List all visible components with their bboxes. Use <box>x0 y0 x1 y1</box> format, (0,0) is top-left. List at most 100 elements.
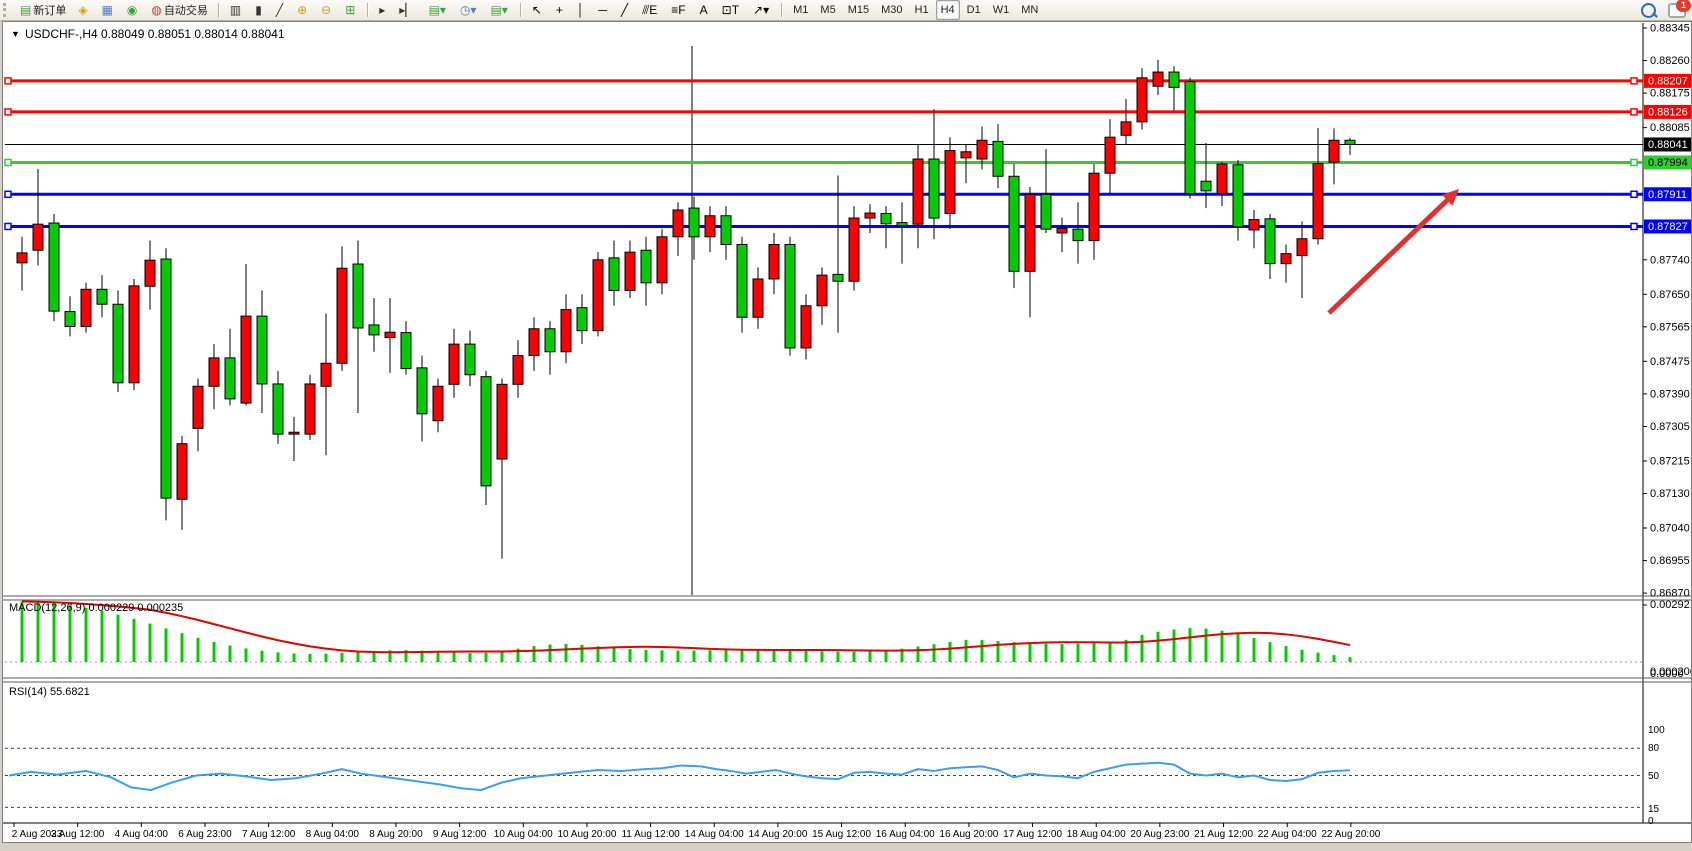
zoom-in-icon: ⊕ <box>297 2 307 18</box>
svg-text:14 Aug 20:00: 14 Aug 20:00 <box>748 829 807 840</box>
usdchf-h4-chart[interactable]: 0.883450.882600.881750.880850.877400.876… <box>3 22 1691 842</box>
svg-text:3 Aug 12:00: 3 Aug 12:00 <box>51 829 105 840</box>
svg-text:0: 0 <box>1648 816 1654 827</box>
svg-text:8 Aug 20:00: 8 Aug 20:00 <box>369 829 423 840</box>
svg-text:0.88126: 0.88126 <box>1648 106 1688 118</box>
svg-text:0.87305: 0.87305 <box>1650 421 1690 433</box>
label-button[interactable]: ⊡T <box>717 0 746 20</box>
toolbar-separator <box>218 3 220 17</box>
timeframe-mn[interactable]: MN <box>1016 0 1043 20</box>
timeframe-m15[interactable]: M15 <box>843 0 874 20</box>
channel-button[interactable]: ⫻E <box>637 0 664 20</box>
toolbar-separator <box>520 3 522 17</box>
crosshair-button[interactable]: + <box>551 0 570 20</box>
svg-text:0.87565: 0.87565 <box>1650 321 1690 333</box>
svg-text:0.88175: 0.88175 <box>1650 88 1690 100</box>
hline-icon: ─ <box>598 2 607 18</box>
chart-candles-button[interactable]: ▮ <box>250 0 269 20</box>
new-chart-button[interactable]: ▤▾ <box>424 0 453 20</box>
hline-button[interactable]: ─ <box>593 0 614 20</box>
objects-button[interactable]: ◈ <box>73 0 94 20</box>
period-icon: ◷▾ <box>460 2 477 18</box>
toolbar-icons-left: ◈ ▦ ◉ <box>72 0 145 20</box>
chart-shift-icon: ▸▏ <box>399 2 414 18</box>
tile-windows-icon: ⊞ <box>345 2 355 18</box>
autotrade-label: 自动交易 <box>164 2 208 18</box>
svg-text:20 Aug 23:00: 20 Aug 23:00 <box>1130 829 1189 840</box>
chart-bars-button[interactable]: ▥ <box>225 0 248 20</box>
timeframe-h4[interactable]: H4 <box>936 0 960 20</box>
timeframe-buttons: M1M5M15M30H1H4D1W1MN <box>787 0 1044 20</box>
toolbar-grip[interactable] <box>3 3 11 17</box>
signals-icon: ◉ <box>127 2 137 18</box>
svg-text:50: 50 <box>1648 771 1660 782</box>
svg-text:15 Aug 12:00: 15 Aug 12:00 <box>812 829 871 840</box>
svg-text:0.87650: 0.87650 <box>1650 289 1690 301</box>
autotrade-icon: ◍ <box>151 2 161 18</box>
svg-text:0.86870: 0.86870 <box>1650 588 1690 600</box>
signals-button[interactable]: ◉ <box>122 0 144 20</box>
timeframe-d1[interactable]: D1 <box>962 0 986 20</box>
svg-text:▼: ▼ <box>11 29 20 39</box>
trendline-icon: ╱ <box>621 2 628 18</box>
text-icon: A <box>700 2 708 18</box>
svg-text:22 Aug 20:00: 22 Aug 20:00 <box>1321 829 1380 840</box>
search-icon[interactable] <box>1641 3 1656 18</box>
fibonacci-button[interactable]: ≡F <box>666 0 692 20</box>
svg-text:0.88345: 0.88345 <box>1650 23 1690 35</box>
new-order-button[interactable]: ▤ 新订单 <box>15 0 71 20</box>
svg-text:0.87130: 0.87130 <box>1650 488 1690 500</box>
svg-text:6 Aug 23:00: 6 Aug 23:00 <box>178 829 232 840</box>
svg-text:0.87911: 0.87911 <box>1648 189 1687 201</box>
objects-icon: ◈ <box>78 2 87 18</box>
svg-text:10 Aug 20:00: 10 Aug 20:00 <box>557 829 616 840</box>
toolbar-separator <box>781 3 783 17</box>
timeframe-m30[interactable]: M30 <box>876 0 907 20</box>
market-watch-button[interactable]: ▦ <box>97 0 120 20</box>
new-chart-icon: ▤▾ <box>429 2 446 18</box>
auto-scroll-button[interactable]: ▸ <box>374 0 392 20</box>
svg-text:0.88207: 0.88207 <box>1648 75 1688 87</box>
svg-text:0.87215: 0.87215 <box>1650 455 1690 467</box>
chart-shift-button[interactable]: ▸▏ <box>394 0 421 20</box>
svg-text:8 Aug 04:00: 8 Aug 04:00 <box>306 829 360 840</box>
chart-candles-icon: ▮ <box>255 2 262 18</box>
svg-text:RSI(14) 55.6821: RSI(14) 55.6821 <box>9 686 90 698</box>
chart-line-button[interactable]: ╱ <box>271 0 290 20</box>
label-icon: ⊡T <box>722 2 739 18</box>
autotrade-button[interactable]: ◍ 自动交易 <box>146 0 212 20</box>
text-button[interactable]: A <box>695 0 715 20</box>
vline-button[interactable]: │ <box>572 0 592 20</box>
svg-text:9 Aug 12:00: 9 Aug 12:00 <box>433 829 487 840</box>
timeframe-h1[interactable]: H1 <box>910 0 934 20</box>
svg-text:0.88085: 0.88085 <box>1650 122 1690 134</box>
template-button[interactable]: ▤▾ <box>485 0 514 20</box>
svg-text:0.87390: 0.87390 <box>1650 388 1690 400</box>
svg-text:0.87827: 0.87827 <box>1648 221 1688 233</box>
svg-text:15: 15 <box>1648 804 1660 815</box>
timeframe-m5[interactable]: M5 <box>815 0 840 20</box>
tile-windows-button[interactable]: ⊞ <box>340 0 362 20</box>
arrows-icon: ↗▾ <box>753 2 769 18</box>
chart-window: 0.883450.882600.881750.880850.877400.876… <box>2 21 1692 843</box>
cursor-button[interactable]: ↖ <box>527 0 549 20</box>
svg-text:USDCHF-,H4 0.88049 0.88051 0.: USDCHF-,H4 0.88049 0.88051 0.88014 0.880… <box>25 27 285 41</box>
chat-icon[interactable]: 1 <box>1668 3 1686 18</box>
fibonacci-icon: ≡F <box>671 2 685 18</box>
svg-text:100: 100 <box>1648 725 1665 736</box>
svg-text:MACD(12,26,9) 0.000229 0.00023: MACD(12,26,9) 0.000229 0.000235 <box>9 602 183 614</box>
zoom-in-button[interactable]: ⊕ <box>292 0 314 20</box>
new-order-label: 新订单 <box>33 2 66 18</box>
zoom-out-icon: ⊖ <box>321 2 331 18</box>
trendline-button[interactable]: ╱ <box>616 0 635 20</box>
arrows-button[interactable]: ↗▾ <box>748 0 776 20</box>
svg-text:0.86955: 0.86955 <box>1650 555 1690 567</box>
auto-scroll-icon: ▸ <box>379 2 385 18</box>
period-button[interactable]: ◷▾ <box>455 0 484 20</box>
chart-bars-icon: ▥ <box>230 2 241 18</box>
timeframe-w1[interactable]: W1 <box>988 0 1015 20</box>
svg-text:14 Aug 04:00: 14 Aug 04:00 <box>685 829 744 840</box>
timeframe-m1[interactable]: M1 <box>788 0 813 20</box>
zoom-out-button[interactable]: ⊖ <box>316 0 338 20</box>
svg-text:7 Aug 12:00: 7 Aug 12:00 <box>242 829 296 840</box>
